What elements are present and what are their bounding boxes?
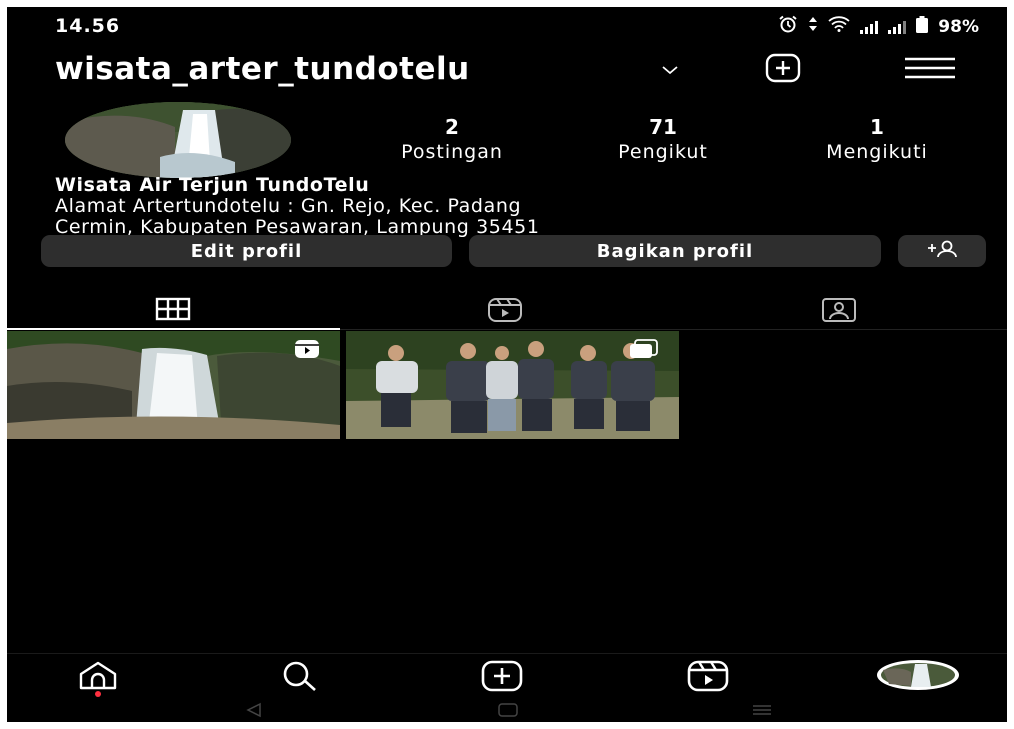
system-recents-icon[interactable]	[751, 702, 773, 722]
search-icon	[279, 661, 319, 695]
nav-create[interactable]	[481, 660, 523, 695]
status-time: 14.56	[55, 15, 121, 37]
bottom-navigation	[7, 653, 1007, 698]
chevron-down-icon[interactable]	[661, 61, 679, 80]
multi-icon	[629, 339, 659, 363]
edit-profile-button[interactable]: Edit profil	[41, 235, 452, 267]
tab-tagged[interactable]	[821, 297, 857, 327]
tab-grid[interactable]	[155, 297, 191, 325]
active-tab-indicator	[7, 328, 340, 330]
battery-percent: 98%	[938, 16, 979, 37]
tagged-icon	[821, 298, 857, 327]
reels-icon	[687, 660, 729, 695]
plus-square-icon	[765, 53, 801, 86]
stat-label: Pengikut	[618, 141, 708, 163]
reels-icon	[487, 298, 523, 327]
username[interactable]: wisata_arter_tundotelu	[55, 51, 470, 87]
post-grid	[7, 331, 1007, 443]
profile-avatar[interactable]	[65, 102, 291, 178]
profile-header: wisata_arter_tundotelu	[7, 47, 1007, 97]
stat-label: Mengikuti	[826, 141, 928, 163]
alarm-icon	[778, 15, 798, 38]
grid-icon	[155, 297, 191, 325]
nav-home[interactable]	[77, 660, 119, 693]
discover-people-button[interactable]	[898, 235, 986, 267]
add-person-icon	[924, 240, 960, 264]
stat-following[interactable]: 1 Mengikuti	[787, 115, 967, 163]
create-icon	[481, 660, 523, 695]
nav-reels[interactable]	[687, 660, 729, 695]
notification-dot	[95, 691, 101, 697]
stat-value: 1	[870, 115, 884, 139]
profile-avatar	[875, 660, 961, 695]
data-transfer-icon	[808, 16, 818, 37]
status-icons: 98%	[778, 15, 979, 38]
system-navigation	[7, 699, 1007, 722]
create-button[interactable]	[765, 53, 801, 86]
phone-screen: 14.56 98% wisata_arter_tundotelu 2 Posti…	[7, 7, 1007, 722]
profile-name: Wisata Air Terjun TundoTelu	[55, 174, 370, 196]
stat-label: Postingan	[401, 141, 503, 163]
signal-icon	[860, 20, 879, 34]
stat-followers[interactable]: 71 Pengikut	[583, 115, 743, 163]
share-profile-button[interactable]: Bagikan profil	[469, 235, 881, 267]
hamburger-icon	[903, 57, 957, 82]
stat-value: 2	[445, 115, 459, 139]
battery-icon	[916, 15, 929, 38]
wifi-icon	[828, 16, 850, 37]
reels-icon	[294, 339, 320, 363]
content-tabs	[7, 289, 1007, 330]
stat-value: 71	[649, 115, 677, 139]
tab-reels[interactable]	[487, 297, 523, 327]
menu-button[interactable]	[903, 57, 957, 82]
system-back-icon[interactable]	[245, 702, 263, 722]
post-thumbnail-waterfall[interactable]	[7, 331, 340, 439]
nav-profile[interactable]	[875, 658, 961, 695]
system-home-icon[interactable]	[497, 702, 519, 722]
status-bar: 14.56 98%	[7, 7, 1007, 47]
profile-bio: Wisata Air Terjun TundoTelu Alamat Arter…	[55, 175, 955, 238]
post-thumbnail-group[interactable]	[346, 331, 679, 439]
signal-icon	[888, 20, 907, 34]
nav-search[interactable]	[279, 660, 319, 695]
bio-line: Alamat Artertundotelu : Gn. Rejo, Kec. P…	[55, 195, 522, 217]
stat-posts[interactable]: 2 Postingan	[362, 115, 542, 163]
